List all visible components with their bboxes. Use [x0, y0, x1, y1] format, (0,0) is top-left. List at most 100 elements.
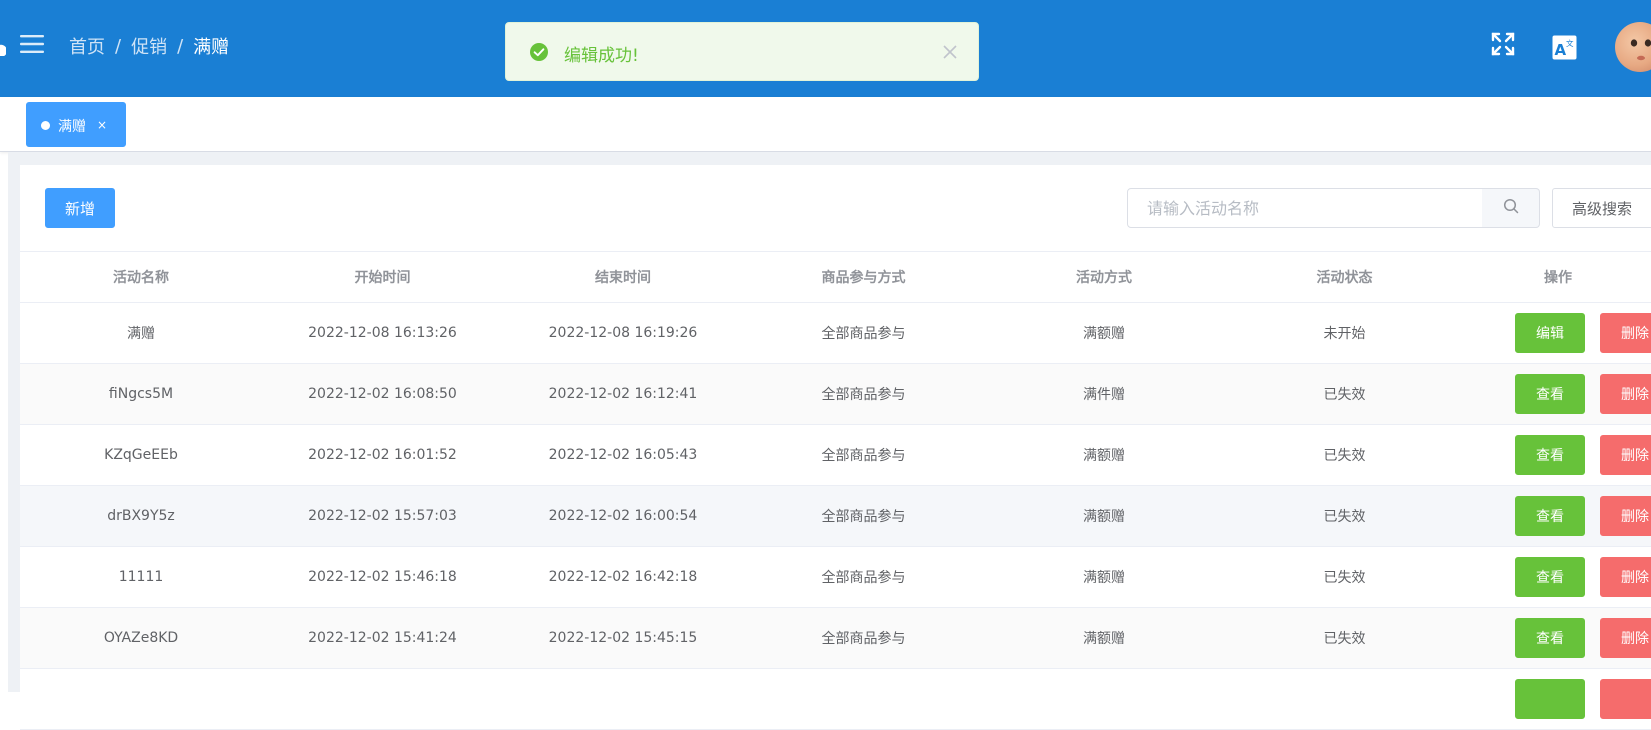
- cell-mode: 满件赠: [1083, 387, 1125, 403]
- view-button[interactable]: 查看: [1515, 435, 1585, 475]
- cell-scope: 全部商品参与: [821, 326, 906, 342]
- column-header: 商品参与方式: [821, 270, 906, 286]
- cell-mode: 满额赠: [1083, 509, 1125, 525]
- table-row: OYAZe8KD 2022-12-02 15:41:24 2022-12-02 …: [20, 608, 1651, 669]
- column-header: 活动状态: [1316, 270, 1373, 286]
- tag-manzeng[interactable]: 满赠 ×: [26, 102, 126, 147]
- table-row: fiNgcs5M 2022-12-02 16:08:50 2022-12-02 …: [20, 364, 1651, 425]
- advanced-search-button[interactable]: 高级搜索: [1552, 188, 1651, 228]
- add-button[interactable]: 新增: [45, 188, 115, 228]
- cell-scope: 全部商品参与: [821, 570, 906, 586]
- cell-scope: 全部商品参与: [821, 448, 906, 464]
- cell-status: 已失效: [1323, 448, 1366, 464]
- edit-button[interactable]: 编辑: [1515, 313, 1585, 353]
- cell-actions: 编辑 删除: [1465, 303, 1651, 363]
- cell-start-time: 2022-12-02 15:46:18: [308, 569, 457, 585]
- view-button[interactable]: 查看: [1515, 374, 1585, 414]
- fullscreen-icon[interactable]: [1490, 31, 1516, 57]
- cell-mode: [984, 669, 1224, 729]
- success-toast: 编辑成功!: [505, 22, 979, 81]
- view-button[interactable]: 查看: [1515, 496, 1585, 536]
- cell-name: [20, 669, 262, 729]
- column-header: 结束时间: [595, 270, 651, 286]
- breadcrumb-separator: /: [177, 35, 184, 57]
- view-button[interactable]: 查看: [1515, 618, 1585, 658]
- cell-actions: [1465, 669, 1651, 729]
- cell-actions: 查看 删除: [1465, 486, 1651, 546]
- breadcrumb: 首页 / 促销 / 满赠: [69, 33, 229, 59]
- breadcrumb-promotion[interactable]: 促销: [131, 33, 167, 59]
- cell-mode: 满额赠: [1083, 570, 1125, 586]
- cell-name: fiNgcs5M: [108, 386, 174, 402]
- cell-name: drBX9Y5z: [107, 508, 175, 524]
- cell-start-time: [262, 669, 503, 729]
- column-header: 开始时间: [354, 270, 411, 286]
- svg-text:A: A: [1555, 41, 1567, 59]
- cell-actions: 查看 删除: [1465, 364, 1651, 424]
- delete-button[interactable]: 删除: [1600, 618, 1651, 658]
- cell-scope: [743, 669, 984, 729]
- cell-scope: 全部商品参与: [821, 631, 906, 647]
- cell-mode: 满额赠: [1083, 326, 1125, 342]
- svg-text:文: 文: [1566, 38, 1574, 48]
- cell-end-time: 2022-12-02 16:42:18: [548, 569, 698, 585]
- table-row: 11111 2022-12-02 15:46:18 2022-12-02 16:…: [20, 547, 1651, 608]
- cell-actions: 查看 删除: [1465, 547, 1651, 607]
- search-button[interactable]: [1482, 188, 1540, 228]
- cell-name: 11111: [118, 569, 164, 585]
- tag-label: 满赠: [58, 119, 86, 135]
- table-row: [20, 669, 1651, 730]
- breadcrumb-home[interactable]: 首页: [69, 33, 105, 59]
- delete-button[interactable]: 删除: [1600, 435, 1651, 475]
- column-header: 操作: [1544, 270, 1572, 286]
- avatar[interactable]: [1615, 22, 1651, 72]
- delete-button[interactable]: 删除: [1600, 496, 1651, 536]
- success-check-icon: [530, 43, 548, 61]
- delete-button[interactable]: 删除: [1600, 374, 1651, 414]
- hamburger-icon[interactable]: [19, 31, 45, 57]
- cell-status: 已失效: [1323, 387, 1366, 403]
- cell-scope: 全部商品参与: [821, 387, 906, 403]
- cell-name: 满赠: [127, 326, 155, 342]
- cell-actions: 查看 删除: [1465, 608, 1651, 668]
- logo-fragment: ●: [0, 40, 6, 56]
- top-header: ● 首页 / 促销 / 满赠 编辑成功!: [0, 0, 1651, 97]
- cell-end-time: [503, 669, 743, 729]
- cell-name: KZqGeEEb: [104, 447, 178, 463]
- cell-status: 已失效: [1323, 570, 1366, 586]
- tag-close-icon[interactable]: ×: [97, 118, 107, 132]
- cell-end-time: 2022-12-02 16:05:43: [548, 447, 698, 463]
- cell-status: 已失效: [1323, 509, 1366, 525]
- view-button[interactable]: 查看: [1515, 557, 1585, 597]
- delete-button[interactable]: 删除: [1600, 557, 1651, 597]
- view-button[interactable]: [1515, 679, 1585, 719]
- search-icon: [1503, 198, 1519, 218]
- column-header: 活动名称: [113, 270, 169, 286]
- toast-message: 编辑成功!: [564, 46, 639, 66]
- search-input[interactable]: [1127, 188, 1483, 228]
- cell-start-time: 2022-12-02 15:57:03: [308, 508, 457, 524]
- translate-icon[interactable]: A 文: [1552, 35, 1577, 60]
- activity-table: 活动名称 开始时间 结束时间 商品参与方式 活动方式 活动状态 操作 满赠 20…: [20, 251, 1651, 730]
- cell-start-time: 2022-12-02 16:08:50: [308, 386, 457, 402]
- cell-start-time: 2022-12-02 15:41:24: [308, 630, 457, 646]
- cell-status: 未开始: [1323, 326, 1366, 342]
- column-header: 活动方式: [1076, 270, 1132, 286]
- cell-scope: 全部商品参与: [821, 509, 906, 525]
- cell-end-time: 2022-12-02 16:00:54: [548, 508, 698, 524]
- table-row: 满赠 2022-12-08 16:13:26 2022-12-08 16:19:…: [20, 303, 1651, 364]
- cell-actions: 查看 删除: [1465, 425, 1651, 485]
- delete-button[interactable]: 删除: [1600, 313, 1651, 353]
- cell-start-time: 2022-12-08 16:13:26: [308, 325, 457, 341]
- delete-button[interactable]: [1600, 679, 1651, 719]
- close-icon[interactable]: [942, 44, 958, 60]
- breadcrumb-current: 满赠: [193, 37, 230, 58]
- cell-status: 已失效: [1323, 631, 1366, 647]
- cell-status: [1224, 669, 1465, 729]
- cell-end-time: 2022-12-02 16:12:41: [548, 386, 698, 402]
- cell-mode: 满额赠: [1083, 448, 1125, 464]
- table-row: drBX9Y5z 2022-12-02 15:57:03 2022-12-02 …: [20, 486, 1651, 547]
- active-dot-icon: [41, 121, 50, 130]
- cell-mode: 满额赠: [1083, 631, 1125, 647]
- table-row: KZqGeEEb 2022-12-02 16:01:52 2022-12-02 …: [20, 425, 1651, 486]
